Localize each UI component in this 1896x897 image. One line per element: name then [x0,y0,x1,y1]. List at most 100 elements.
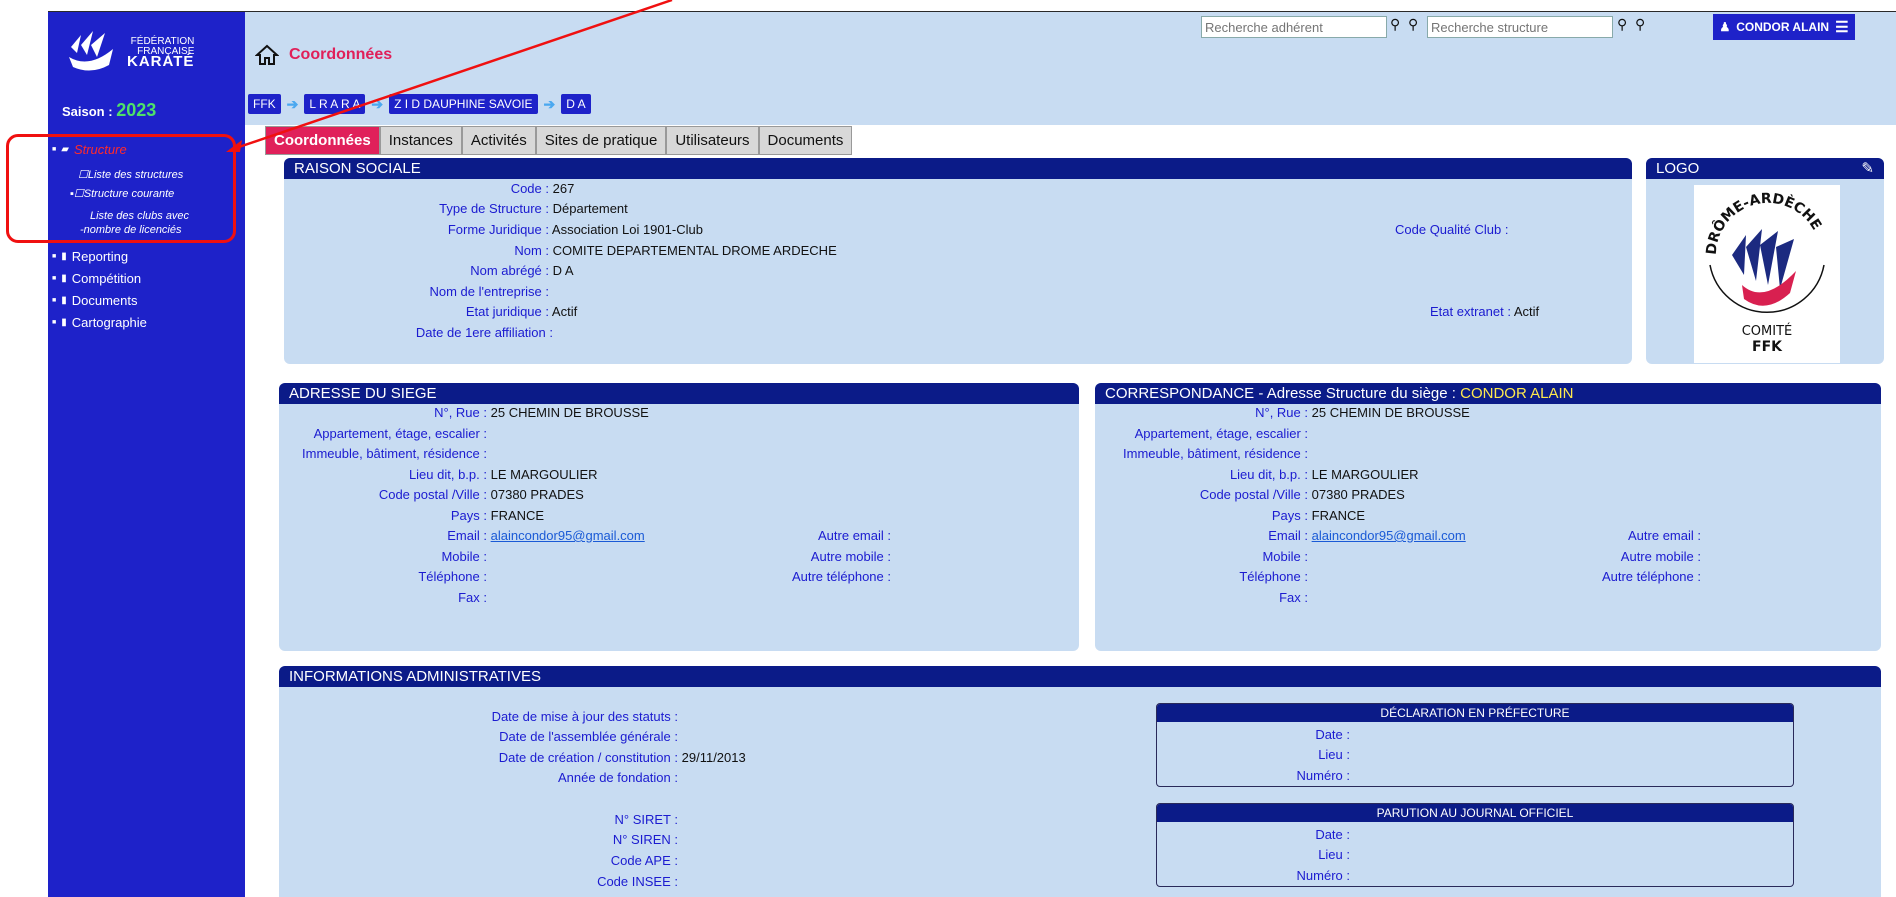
field-label: Date : [1315,827,1350,842]
cp-value: 07380 PRADES [1311,487,1405,502]
advanced-search-icon[interactable]: ⚲ [1408,16,1418,33]
sidebar-item-label: Reporting [71,248,129,264]
field-label: Fax : [1279,590,1308,605]
creation-value: 29/11/2013 [681,750,746,765]
pays-value: FRANCE [490,508,545,523]
field-label: Date de mise à jour des statuts : [491,709,678,724]
user-menu-button[interactable]: ♟ CONDOR ALAIN ☰ [1713,14,1855,40]
breadcrumb-da[interactable]: D A [561,94,591,114]
abrege-value: D A [552,263,574,278]
tab-sites[interactable]: Sites de pratique [535,126,667,155]
field-label: Date de création / constitution : [498,750,678,765]
tab-coordonnees[interactable]: Coordonnées [265,126,380,155]
panel-title: ADRESSE DU SIEGE [279,383,1079,404]
field-label: Lieu dit, b.p. : [1229,467,1308,482]
breadcrumb-zid[interactable]: Z I D DAUPHINE SAVOIE [389,94,538,114]
page-title-text: Coordonnées [289,46,393,63]
panel-title: RAISON SOCIALE [284,158,1632,179]
breadcrumb: FFK ➔ L R A R A ➔ Z I D DAUPHINE SAVOIE … [248,94,591,114]
field-label: Autre email : [1628,528,1701,543]
field-label: Pays : [1271,508,1308,523]
field-label: N°, Rue : [434,405,487,420]
tab-utilisateurs[interactable]: Utilisateurs [666,126,759,155]
correspondance-title: CORRESPONDANCE - Adresse Structure du si… [1105,385,1461,402]
breadcrumb-lrara[interactable]: L R A R A [304,94,366,114]
search-structure-input[interactable] [1427,16,1613,38]
sidebar-item-competition[interactable]: ■ ▮ Compétition [52,267,147,289]
tab-instances[interactable]: Instances [379,126,462,155]
nom-value: COMITE DEPARTEMENTAL DROME ARDECHE [552,243,837,258]
field-label: Autre email : [818,528,891,543]
field-label: Fax : [458,590,487,605]
doc-icon: ▮ [61,272,67,284]
field-label: Code postal /Ville : [378,487,487,502]
doc-icon: ▮ [61,250,67,262]
field-label: Nom de l'entreprise : [429,284,549,299]
field-label: Immeuble, bâtiment, résidence : [302,446,487,461]
breadcrumb-ffk[interactable]: FFK [248,94,281,114]
field-label: Autre téléphone : [1601,569,1701,584]
field-label: Numéro : [1296,768,1350,783]
home-icon[interactable] [255,44,279,66]
field-label: Nom abrégé : [470,263,549,278]
saison-year: 2023 [116,100,157,120]
field-label: Autre mobile : [810,549,891,564]
field-label: Date de 1ere affiliation : [415,325,553,340]
tab-documents[interactable]: Documents [758,126,853,155]
bullet-icon: ■ [52,296,57,304]
committee-logo-image: DRÔME-ARDÈCHE COMITÉ FFK [1704,191,1825,355]
logo-panel: LOGO ✎ DRÔME-ARDÈCHE COMITÉ FFK [1646,158,1884,364]
arrow-right-icon: ➔ [371,95,384,112]
journal-officiel-box: PARUTION AU JOURNAL OFFICIEL Date : Lieu… [1156,803,1794,887]
field-label: N° SIREN : [612,832,678,847]
correspondance-name: CONDOR ALAIN [1460,385,1574,402]
sidebar-item-cartographie[interactable]: ■ ▮ Cartographie [52,311,147,333]
prefecture-box: DÉCLARATION EN PRÉFECTURE Date : Lieu : … [1156,703,1794,787]
field-label: Année de fondation : [558,770,678,785]
edit-icon[interactable]: ✎ [1861,158,1874,179]
lieu-value: LE MARGOULIER [490,467,598,482]
brand-text: FÉDÉRATION FRANÇAISE KARATÉ [127,37,195,70]
brand-line3: KARATÉ [127,53,195,70]
bullet-icon: ■ [52,318,57,326]
sidebar-item-reporting[interactable]: ■ ▮ Reporting [52,245,147,267]
search-icon[interactable]: ⚲ [1390,16,1400,33]
doc-icon: ▮ [61,316,67,328]
logo-title: LOGO [1656,160,1700,177]
field-label: Lieu : [1318,847,1350,862]
search-icon[interactable]: ⚲ [1617,16,1627,33]
user-icon: ♟ [1719,20,1731,34]
field-label: Numéro : [1296,868,1350,883]
ffk-logo-icon [69,31,113,71]
cp-value: 07380 PRADES [490,487,584,502]
tab-activites[interactable]: Activités [461,126,536,155]
code-value: 267 [552,181,575,196]
field-label: Appartement, étage, escalier : [1134,426,1308,441]
field-label: Code Qualité Club : [1395,222,1509,237]
doc-icon: ▮ [61,294,67,306]
ffk-logo[interactable]: FÉDÉRATION FRANÇAISE KARATÉ [65,26,215,78]
field-label: Date : [1315,727,1350,742]
tab-bar: Coordonnées Instances Activités Sites de… [265,126,853,155]
field-label: Type de Structure : [439,201,549,216]
logo-ffk-text: FFK [1752,339,1783,355]
rue-value: 25 CHEMIN DE BROUSSE [490,405,649,420]
sidebar-item-documents[interactable]: ■ ▮ Documents [52,289,147,311]
committee-logo: DRÔME-ARDÈCHE COMITÉ FFK [1694,185,1840,363]
box-title: PARUTION AU JOURNAL OFFICIEL [1157,804,1793,822]
field-label: N° SIRET : [614,812,678,827]
field-label: Nom : [514,243,549,258]
arrow-right-icon: ➔ [543,95,556,112]
advanced-search-icon[interactable]: ⚲ [1635,16,1645,33]
search-member-input[interactable] [1201,16,1387,38]
sidebar-item-label: Compétition [71,270,142,286]
sidebar-item-label: Documents [71,292,138,308]
field-label: Immeuble, bâtiment, résidence : [1123,446,1308,461]
bullet-icon: ■ [52,252,57,260]
panel-title: CORRESPONDANCE - Adresse Structure du si… [1095,383,1881,404]
page-title: Coordonnées [255,44,392,66]
raison-sociale-panel: RAISON SOCIALE Code : 267 Type de Struct… [284,158,1632,364]
type-value: Département [552,201,628,216]
forme-value: Association Loi 1901-Club [551,222,703,237]
field-label: Autre téléphone : [791,569,891,584]
